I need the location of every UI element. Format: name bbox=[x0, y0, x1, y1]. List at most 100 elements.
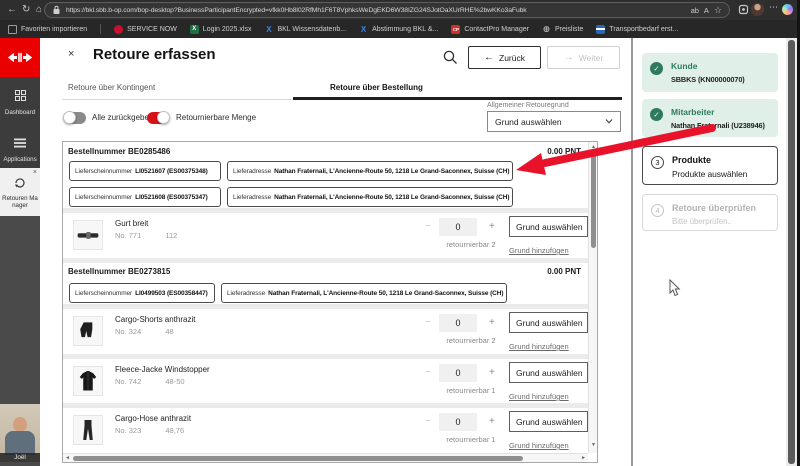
increase-quantity-button[interactable]: + bbox=[489, 317, 495, 328]
quantity-input[interactable]: 0 bbox=[439, 314, 477, 332]
check-icon: ✓ bbox=[650, 62, 663, 75]
sidebar-item-applications[interactable]: Applications bbox=[0, 135, 40, 163]
address-bar[interactable]: https://bkl.sbb.b-op.com/bop-desktop?Bus… bbox=[44, 2, 730, 18]
delivery-note-chip[interactable]: Lieferscheinnummer LI0499503 (ES00358447) bbox=[69, 283, 215, 303]
quantity-input[interactable]: 0 bbox=[439, 364, 477, 382]
increase-quantity-button[interactable]: + bbox=[489, 221, 495, 232]
bookmark-contactpro-manager[interactable]: CP ContactPro Manager bbox=[451, 24, 529, 34]
browser-home-icon[interactable]: ⌂ bbox=[36, 3, 42, 17]
list-horizontal-scrollbar[interactable]: ◄ ► bbox=[63, 453, 588, 462]
bookmark-service-now[interactable]: SERVICE NOW bbox=[114, 24, 177, 34]
bookmark-preisliste[interactable]: ⊕ Preisliste bbox=[542, 24, 584, 34]
add-reason-link[interactable]: Grund hinzufügen bbox=[509, 342, 569, 351]
profile-avatar[interactable] bbox=[751, 3, 764, 16]
sidebar-item-dashboard[interactable]: Dashboard bbox=[0, 88, 40, 116]
scroll-right-icon[interactable]: ► bbox=[581, 455, 586, 461]
scroll-left-icon[interactable]: ◄ bbox=[65, 455, 70, 461]
active-app-label: Retouren Manager bbox=[2, 195, 38, 210]
toggle-alle-zurueckgeben[interactable] bbox=[63, 111, 86, 124]
scroll-down-icon[interactable]: ▼ bbox=[589, 442, 597, 448]
toggle-knob bbox=[157, 111, 170, 124]
increase-quantity-button[interactable]: + bbox=[489, 416, 495, 427]
toggle-retournierbare-menge[interactable] bbox=[147, 111, 170, 124]
product-number: No. 771 bbox=[115, 231, 142, 240]
search-icon[interactable] bbox=[443, 50, 458, 65]
step-text: Retoure überprüfen Bitte überprüfen.. bbox=[672, 203, 756, 226]
product-size: 48 bbox=[165, 327, 174, 336]
step-produkte[interactable]: 3 Produkte Produkte auswählen bbox=[642, 146, 778, 185]
reason-select[interactable]: Grund auswählen bbox=[509, 216, 588, 237]
bookmark-login-xlsx[interactable]: X Login 2025.xlsx bbox=[189, 24, 252, 34]
step-mitarbeiter[interactable]: ✓ Mitarbeiter Nathan Fraternali (U238946… bbox=[642, 99, 778, 137]
general-reason-select[interactable]: Grund auswählen bbox=[487, 111, 621, 132]
product-image-pants bbox=[73, 415, 103, 445]
active-tab-underline bbox=[293, 97, 622, 100]
browser-refresh-icon[interactable]: ↻ bbox=[22, 3, 30, 17]
step-retoure-ueberpruefen[interactable]: 4 Retoure überprüfen Bitte überprüfen.. bbox=[642, 194, 778, 231]
browser-back-icon[interactable]: ← bbox=[7, 3, 17, 17]
webcam-name-label: Joël bbox=[0, 453, 40, 462]
favorite-star-icon[interactable]: ☆ bbox=[714, 5, 722, 16]
step-title: Kunde bbox=[671, 61, 698, 71]
sidebar-item-label: Dashboard bbox=[4, 109, 36, 116]
quantity-input[interactable]: 0 bbox=[439, 218, 477, 236]
close-app-icon[interactable]: × bbox=[33, 169, 37, 176]
bookmark-favoriten-importieren[interactable]: Favoriten importieren bbox=[8, 24, 87, 34]
read-aloud-icon[interactable]: A bbox=[704, 6, 709, 15]
back-button[interactable]: ← Zurück bbox=[468, 46, 541, 69]
order-number: Bestellnummer BE0273815 bbox=[68, 267, 170, 276]
url-row: ← ↻ ⌂ https://bkl.sbb.b-op.com/bop-deskt… bbox=[0, 0, 800, 20]
excel-icon: X bbox=[189, 24, 199, 34]
increase-quantity-button[interactable]: + bbox=[489, 367, 495, 378]
reason-select-value: Grund auswählen bbox=[516, 416, 583, 427]
product-name: Cargo-Shorts anthrazit bbox=[115, 315, 196, 324]
delivery-note-chip[interactable]: Lieferscheinnummer LI0521608 (ES00375347) bbox=[69, 187, 221, 207]
decrease-quantity-button[interactable]: − bbox=[425, 221, 431, 232]
extensions-icon[interactable] bbox=[738, 4, 749, 15]
general-reason-label: Allgemeiner Retouregrund bbox=[487, 102, 569, 109]
product-meta: No. 323 48,76 bbox=[115, 426, 184, 435]
sbb-logo[interactable] bbox=[0, 38, 40, 77]
reason-select[interactable]: Grund auswählen bbox=[509, 362, 588, 383]
bookmark-abstimmung-bkl[interactable]: X Abstimmung BKL &... bbox=[359, 25, 438, 34]
bookmark-bkl-wissensdatenbank[interactable]: X BKL Wissensdatenb... bbox=[264, 25, 346, 34]
delivery-address-chip[interactable]: Lieferadresse Nathan Fraternali, L'Ancien… bbox=[221, 283, 507, 303]
back-button-label: Zurück bbox=[499, 52, 525, 63]
delivery-address-chip[interactable]: Lieferadresse Nathan Fraternali, L'Ancien… bbox=[227, 187, 513, 207]
delivery-address-label: Lieferadresse bbox=[233, 193, 272, 201]
copilot-icon[interactable] bbox=[782, 4, 793, 15]
bookmark-label: Preisliste bbox=[554, 25, 584, 33]
step-kunde[interactable]: ✓ Kunde SBBKS (KN00000070) bbox=[642, 53, 778, 92]
vertical-scrollbar-thumb[interactable] bbox=[591, 152, 596, 248]
product-row: Cargo-Shorts anthrazit No. 324 48 − 0 + … bbox=[63, 309, 589, 354]
decrease-quantity-button[interactable]: − bbox=[425, 416, 431, 427]
add-reason-link[interactable]: Grund hinzufügen bbox=[509, 246, 569, 255]
step-number-icon: 4 bbox=[651, 204, 664, 217]
reason-select[interactable]: Grund auswählen bbox=[509, 312, 588, 333]
scroll-up-icon[interactable]: ▲ bbox=[589, 144, 597, 150]
tab-retoure-ueber-kontingent[interactable]: Retoure über Kontingent bbox=[68, 83, 155, 92]
reason-select[interactable]: Grund auswählen bbox=[509, 411, 588, 432]
add-reason-link[interactable]: Grund hinzufügen bbox=[509, 392, 569, 401]
add-reason-link[interactable]: Grund hinzufügen bbox=[509, 441, 569, 450]
delivery-address-chip[interactable]: Lieferadresse Nathan Fraternali, L'Ancien… bbox=[227, 161, 513, 181]
bookmark-label: ContactPro Manager bbox=[464, 25, 529, 33]
decrease-quantity-button[interactable]: − bbox=[425, 367, 431, 378]
bookmark-transportbedarf[interactable]: Transportbedarf erst... bbox=[596, 24, 678, 34]
decrease-quantity-button[interactable]: − bbox=[425, 317, 431, 328]
delivery-note-chip[interactable]: Lieferscheinnummer LI0521607 (ES00375348) bbox=[69, 161, 221, 181]
list-vertical-scrollbar[interactable]: ▲ ▼ bbox=[588, 142, 597, 453]
close-page-icon[interactable]: × bbox=[68, 48, 74, 60]
order-points: 0.00 PNT bbox=[547, 267, 581, 276]
page-scrollbar-thumb[interactable] bbox=[788, 40, 795, 464]
quantity-input[interactable]: 0 bbox=[439, 413, 477, 431]
sidebar-active-app-retouren-manager[interactable]: × Retouren Manager bbox=[0, 168, 40, 216]
next-button[interactable]: → Weiter bbox=[547, 46, 620, 69]
horizontal-scrollbar-thumb[interactable] bbox=[73, 456, 523, 461]
step-title: Produkte bbox=[672, 155, 712, 165]
page-scrollbar[interactable] bbox=[786, 38, 797, 466]
tab-retoure-ueber-bestellung[interactable]: Retoure über Bestellung bbox=[330, 83, 423, 92]
bookmark-label: Login 2025.xlsx bbox=[202, 25, 252, 33]
browser-menu-icon[interactable]: ⋯ bbox=[769, 2, 778, 13]
translate-icon[interactable]: ab bbox=[691, 6, 699, 15]
